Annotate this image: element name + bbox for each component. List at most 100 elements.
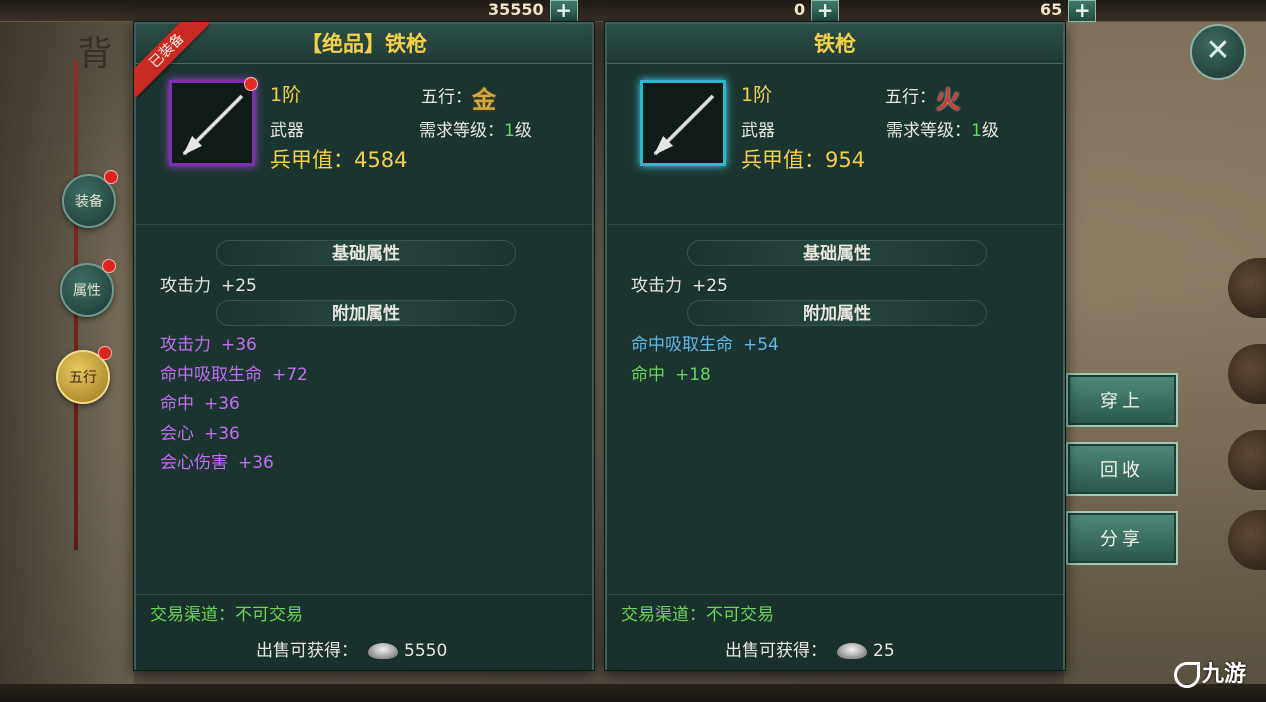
equipped-item-panel: 【绝品】铁枪 已装备 1阶 武器 兵甲值：4584 五行：金 需求等级：1级 基… xyxy=(134,22,594,670)
extra-attributes-header: 附加属性 xyxy=(687,300,987,326)
section-divider xyxy=(607,224,1063,234)
metal-element-icon: 金 xyxy=(472,85,496,114)
add-gold-button[interactable]: + xyxy=(1068,0,1097,22)
base-attributes-header: 基础属性 xyxy=(216,240,516,266)
wuxing-label: 五行： xyxy=(885,87,936,108)
extra-attribute: 命中吸取生命 +72 xyxy=(160,360,308,385)
base-attribute: 攻击力 +25 xyxy=(160,271,257,296)
side-tab-equipment[interactable]: 装备 xyxy=(62,170,118,228)
equip-button[interactable]: 穿上 xyxy=(1066,373,1178,427)
spear-graphic xyxy=(648,88,718,161)
section-divider xyxy=(136,224,592,234)
item-power: 兵甲值：4584 xyxy=(270,148,408,172)
add-silver-button[interactable]: + xyxy=(549,0,578,22)
sell-value: 出售可获得： 25 xyxy=(725,636,895,661)
notification-dot xyxy=(244,77,258,91)
item-required-level: 需求等级：1级 xyxy=(886,116,999,141)
bag-title-glyph: 背 xyxy=(78,34,112,74)
resource-silver-value: 35550 xyxy=(488,0,544,19)
req-level-label: 需求等级： xyxy=(419,121,504,141)
silver-ingot-icon xyxy=(837,643,867,659)
item-wuxing: 五行：火 xyxy=(885,80,960,115)
spear-icon xyxy=(640,80,726,166)
req-level-label: 需求等级： xyxy=(886,121,971,141)
side-tab-label: 装备 xyxy=(75,194,103,210)
base-attributes-header: 基础属性 xyxy=(687,240,987,266)
notification-dot xyxy=(102,259,116,273)
attr-name: 命中 xyxy=(160,394,194,414)
resource-silver: 35550 + xyxy=(488,0,578,22)
attr-value: +36 xyxy=(238,453,274,473)
sell-value: 出售可获得： 5550 xyxy=(256,636,447,661)
attr-name: 攻击力 xyxy=(160,335,211,355)
extra-attribute: 会心伤害 +36 xyxy=(160,448,274,473)
compared-item-panel: 铁枪 1阶 武器 兵甲值：954 五行：火 需求等级：1级 基础属性 攻击力 +2… xyxy=(605,22,1065,670)
item-title: 铁枪 xyxy=(607,24,1063,64)
add-token-button[interactable]: + xyxy=(811,0,840,22)
sell-amount: 5550 xyxy=(404,641,448,661)
attr-name: 攻击力 xyxy=(631,276,682,296)
resource-gold-value: 65 xyxy=(1040,0,1063,19)
sell-label: 出售可获得： xyxy=(725,641,827,661)
item-power: 兵甲值：954 xyxy=(741,148,866,172)
attr-value: +25 xyxy=(221,276,257,296)
spear-graphic xyxy=(177,88,247,161)
trade-channel: 交易渠道：不可交易 xyxy=(621,605,774,625)
attr-value: +36 xyxy=(221,335,257,355)
resource-token-value: 0 xyxy=(794,0,806,19)
item-type: 武器 xyxy=(270,121,304,141)
req-level-value: 1 xyxy=(971,121,982,141)
attr-name: 命中吸取生命 xyxy=(631,335,733,355)
bottom-bar xyxy=(0,684,1266,702)
attr-value: +54 xyxy=(743,335,779,355)
req-level-unit: 级 xyxy=(514,121,532,141)
attr-name: 命中 xyxy=(631,365,665,385)
attr-name: 命中吸取生命 xyxy=(160,365,262,385)
watermark-text: 九游 xyxy=(1202,662,1247,687)
watermark: 九游 xyxy=(1174,656,1246,688)
attr-name: 会心 xyxy=(160,424,194,444)
extra-attribute: 命中 +18 xyxy=(631,360,711,385)
side-tab-label: 五行 xyxy=(69,370,97,386)
spear-icon xyxy=(169,77,258,166)
extra-attribute: 命中吸取生命 +54 xyxy=(631,330,779,355)
attr-name: 会心伤害 xyxy=(160,453,228,473)
extra-attribute: 命中 +36 xyxy=(160,389,240,414)
sell-amount: 25 xyxy=(873,641,895,661)
attr-value: +36 xyxy=(204,394,240,414)
jiuyou-logo-icon xyxy=(1174,662,1200,688)
attr-value: +25 xyxy=(692,276,728,296)
attr-value: +72 xyxy=(272,365,308,385)
attr-value: +18 xyxy=(675,365,711,385)
share-button[interactable]: 分享 xyxy=(1066,511,1178,565)
resource-bar: 35550 + 0 + 65 + xyxy=(0,0,1266,22)
side-tab-label: 属性 xyxy=(73,283,101,299)
item-tier: 1阶 xyxy=(270,84,302,106)
left-scroll-panel xyxy=(0,22,134,684)
attr-name: 攻击力 xyxy=(160,276,211,296)
req-level-value: 1 xyxy=(504,121,515,141)
trade-channel: 交易渠道：不可交易 xyxy=(150,605,303,625)
close-button[interactable]: ✕ xyxy=(1190,24,1246,80)
notification-dot xyxy=(104,170,118,184)
item-tier: 1阶 xyxy=(741,84,773,106)
recycle-button[interactable]: 回收 xyxy=(1066,442,1178,496)
item-type: 武器 xyxy=(741,121,775,141)
notification-dot xyxy=(98,346,112,360)
resource-token: 0 + xyxy=(794,0,840,22)
item-required-level: 需求等级：1级 xyxy=(419,116,532,141)
side-tab-wuxing[interactable]: 五行 xyxy=(56,346,112,404)
extra-attribute: 攻击力 +36 xyxy=(160,330,257,355)
extra-attributes-header: 附加属性 xyxy=(216,300,516,326)
side-tab-attributes[interactable]: 属性 xyxy=(60,259,116,317)
req-level-unit: 级 xyxy=(981,121,999,141)
base-attribute: 攻击力 +25 xyxy=(631,271,728,296)
sell-label: 出售可获得： xyxy=(256,641,358,661)
attr-value: +36 xyxy=(204,424,240,444)
extra-attribute: 会心 +36 xyxy=(160,419,240,444)
item-wuxing: 五行：金 xyxy=(421,80,496,115)
wuxing-label: 五行： xyxy=(421,87,472,108)
resource-gold: 65 + xyxy=(1040,0,1097,22)
fire-element-icon: 火 xyxy=(936,85,960,114)
silver-ingot-icon xyxy=(368,643,398,659)
